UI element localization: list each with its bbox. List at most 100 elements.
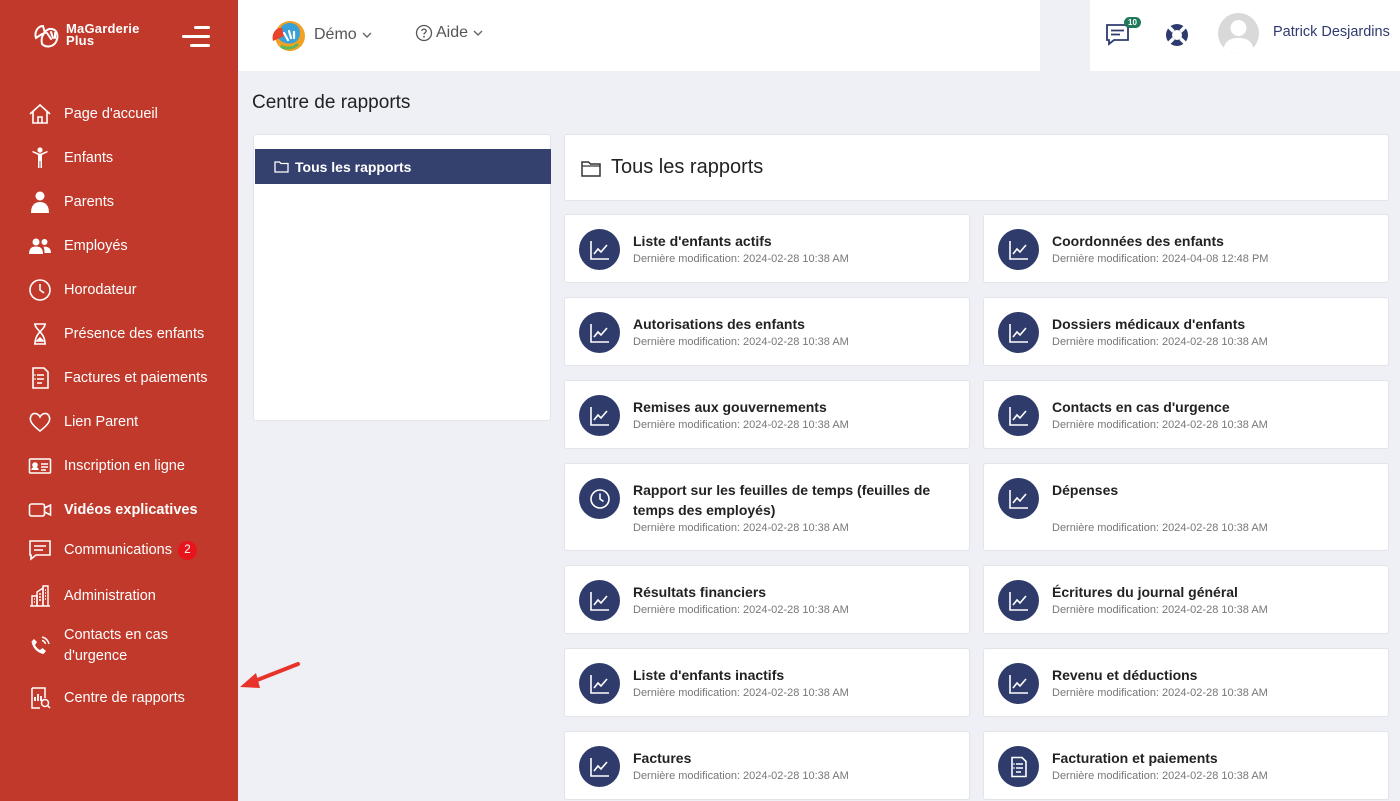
invoice-icon — [998, 746, 1039, 787]
sidebar-item-children[interactable]: Enfants — [28, 146, 228, 170]
chart-icon — [579, 746, 620, 787]
report-icon — [28, 686, 52, 710]
report-name[interactable]: Rapport sur les feuilles de temps (feuil… — [633, 480, 963, 520]
chart-icon — [998, 478, 1039, 519]
chart-icon — [579, 229, 620, 270]
app-logo[interactable]: MaGarderie Plus — [32, 20, 140, 50]
report-modified-date: Dernière modification: 2024-02-28 10:38 … — [633, 687, 849, 699]
report-modified-date: Dernière modification: 2024-02-28 10:38 … — [1052, 604, 1268, 616]
report-card[interactable]: Autorisations des enfants Dernière modifi… — [564, 297, 970, 366]
report-name[interactable]: Dossiers médicaux d'enfants — [1052, 314, 1382, 334]
clock-icon — [579, 478, 620, 519]
chart-icon — [998, 395, 1039, 436]
sidebar-item-videos[interactable]: Vidéos explicatives — [28, 498, 228, 522]
home-icon — [28, 102, 52, 126]
employees-icon — [28, 234, 52, 258]
report-name[interactable]: Dépenses — [1052, 480, 1382, 500]
chart-icon — [998, 229, 1039, 270]
chart-icon — [579, 395, 620, 436]
report-card[interactable]: Remises aux gouvernements Dernière modifi… — [564, 380, 970, 449]
id-card-icon — [28, 454, 52, 478]
question-circle-icon — [415, 24, 433, 42]
sidebar-item-online-registration[interactable]: Inscription en ligne — [28, 454, 228, 478]
sidebar-item-label: Contacts en cas d'urgence — [64, 627, 168, 664]
report-card[interactable]: Coordonnées des enfants Dernière modifica… — [983, 214, 1389, 283]
logo-line2: Plus — [66, 33, 95, 48]
sidebar-item-parent-link[interactable]: Lien Parent — [28, 410, 228, 434]
report-card[interactable]: Écritures du journal général Dernière mod… — [983, 565, 1389, 634]
chart-icon — [998, 663, 1039, 704]
report-name[interactable]: Facturation et paiements — [1052, 748, 1382, 768]
organization-label: Démo — [314, 26, 357, 43]
report-name[interactable]: Liste d'enfants inactifs — [633, 665, 963, 685]
sidebar-item-invoices[interactable]: Factures et paiements — [28, 366, 228, 390]
sidebar-item-label: Enfants — [64, 150, 114, 166]
sidebar-item-administration[interactable]: Administration — [28, 584, 228, 608]
report-name[interactable]: Autorisations des enfants — [633, 314, 963, 334]
sidebar-item-timeclock[interactable]: Horodateur — [28, 278, 228, 302]
report-name[interactable]: Coordonnées des enfants — [1052, 231, 1382, 251]
parent-icon — [28, 190, 52, 214]
organization-dropdown[interactable]: Démo — [268, 16, 373, 54]
report-name[interactable]: Factures — [633, 748, 963, 768]
folder-item-all-reports[interactable]: Tous les rapports — [255, 149, 551, 184]
report-modified-date: Dernière modification: 2024-02-28 10:38 … — [633, 770, 849, 782]
messages-count-badge: 10 — [1124, 17, 1141, 28]
sidebar-item-label: Lien Parent — [64, 414, 139, 430]
sidebar-item-report-center[interactable]: Centre de rapports — [28, 686, 228, 710]
report-card[interactable]: Revenu et déductions Dernière modificatio… — [983, 648, 1389, 717]
sidebar-item-label: Présence des enfants — [64, 326, 205, 342]
chart-icon — [998, 580, 1039, 621]
folder-icon — [581, 160, 601, 177]
report-name[interactable]: Remises aux gouvernements — [633, 397, 963, 417]
sidebar-item-emergency-contacts[interactable]: Contacts en cas d'urgence — [28, 625, 228, 667]
chart-icon — [579, 663, 620, 704]
sidebar-item-label: Page d'accueil — [64, 106, 158, 122]
hourglass-icon — [28, 322, 52, 346]
report-card[interactable]: Liste d'enfants actifs Dernière modificat… — [564, 214, 970, 283]
report-name[interactable]: Écritures du journal général — [1052, 582, 1382, 602]
sidebar-item-label: Inscription en ligne — [64, 458, 185, 474]
report-modified-date: Dernière modification: 2024-02-28 10:38 … — [1052, 522, 1268, 534]
report-modified-date: Dernière modification: 2024-02-28 10:38 … — [1052, 770, 1268, 782]
reports-header: Tous les rapports — [564, 134, 1389, 201]
child-icon — [28, 146, 52, 170]
help-dropdown[interactable]: Aide — [415, 24, 484, 42]
user-name[interactable]: Patrick Desjardins — [1273, 24, 1390, 40]
report-modified-date: Dernière modification: 2024-02-28 10:38 … — [633, 522, 849, 534]
sidebar-item-attendance[interactable]: Présence des enfants — [28, 322, 228, 346]
report-card[interactable]: Contacts en cas d'urgence Dernière modifi… — [983, 380, 1389, 449]
sidebar-item-parents[interactable]: Parents — [28, 190, 228, 214]
report-modified-date: Dernière modification: 2024-02-28 10:38 … — [1052, 687, 1268, 699]
report-name[interactable]: Liste d'enfants actifs — [633, 231, 963, 251]
page-title: Centre de rapports — [252, 92, 411, 113]
invoice-icon — [28, 366, 52, 390]
menu-toggle-icon[interactable] — [182, 26, 210, 48]
sidebar-item-label: Vidéos explicatives — [64, 502, 198, 518]
report-card[interactable]: Dépenses Dernière modification: 2024-02-2… — [983, 463, 1389, 551]
report-card[interactable]: Résultats financiers Dernière modificatio… — [564, 565, 970, 634]
report-name[interactable]: Contacts en cas d'urgence — [1052, 397, 1382, 417]
report-name[interactable]: Revenu et déductions — [1052, 665, 1382, 685]
sidebar-item-communications[interactable]: Communications 2 — [28, 538, 228, 562]
reports-header-title: Tous les rapports — [611, 156, 764, 178]
sidebar-item-label: Horodateur — [64, 282, 137, 298]
report-modified-date: Dernière modification: 2024-02-28 10:38 … — [633, 419, 849, 431]
chart-icon — [579, 580, 620, 621]
avatar[interactable] — [1218, 13, 1259, 54]
report-card[interactable]: Factures Dernière modification: 2024-02-2… — [564, 731, 970, 800]
report-modified-date: Dernière modification: 2024-02-28 10:38 … — [1052, 336, 1268, 348]
report-card[interactable]: Rapport sur les feuilles de temps (feuil… — [564, 463, 970, 551]
report-card[interactable]: Liste d'enfants inactifs Dernière modific… — [564, 648, 970, 717]
sidebar-item-label: Administration — [64, 588, 156, 604]
sidebar-item-home[interactable]: Page d'accueil — [28, 102, 228, 126]
sidebar: MaGarderie Plus Page d'accueil Enfants P… — [0, 0, 238, 801]
sidebar-item-employees[interactable]: Employés — [28, 234, 228, 258]
report-name[interactable]: Résultats financiers — [633, 582, 963, 602]
report-card[interactable]: Dossiers médicaux d'enfants Dernière modi… — [983, 297, 1389, 366]
chart-icon — [579, 312, 620, 353]
sidebar-item-label: Employés — [64, 238, 128, 254]
report-card[interactable]: Facturation et paiements Dernière modific… — [983, 731, 1389, 800]
lifebuoy-icon[interactable] — [1164, 22, 1190, 48]
report-modified-date: Dernière modification: 2024-02-28 10:38 … — [1052, 419, 1268, 431]
